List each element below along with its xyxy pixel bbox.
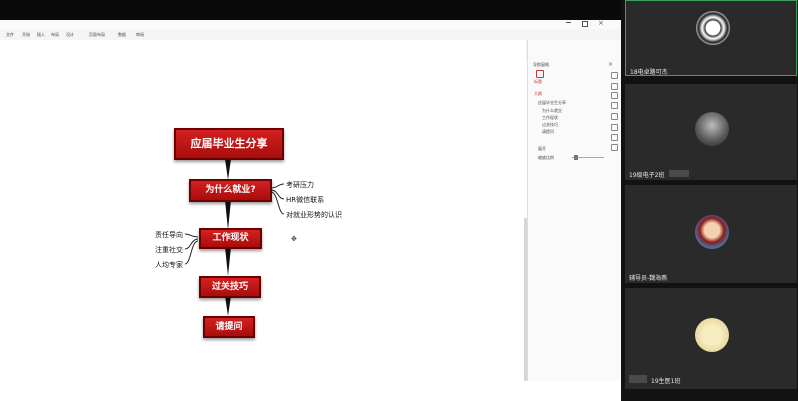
screen-top-bar <box>0 0 621 20</box>
note-expert: 人均专家 <box>155 261 183 269</box>
avatar <box>695 215 729 249</box>
connector-note-2 <box>270 189 285 200</box>
mindmap-q3-box[interactable]: 过关技巧 <box>199 276 261 298</box>
participant-name: 19级电子2班 <box>629 172 665 179</box>
menu-data[interactable]: 数据 <box>118 32 126 38</box>
maximize-icon[interactable] <box>582 21 588 27</box>
connector-spike-3 <box>225 247 231 276</box>
note-kaoyan: 考研压力 <box>286 181 314 189</box>
pane-item[interactable]: 为什么就业 <box>542 108 562 114</box>
participant-name: 19生医1班 <box>651 378 681 385</box>
pane-zoom-option[interactable]: 缩放比例 <box>538 155 554 161</box>
connector-note-5 <box>184 238 199 250</box>
zoom-slider-handle[interactable] <box>574 155 578 160</box>
side-toolbar-icon[interactable] <box>611 144 618 151</box>
pane-item[interactable]: 工作现状 <box>542 115 558 121</box>
participant-tile[interactable]: 18电卓路可杰 <box>625 0 797 76</box>
participant-name: 18电卓路可杰 <box>630 69 668 76</box>
menu-review[interactable]: 审阅 <box>136 32 144 38</box>
avatar <box>695 112 729 146</box>
side-toolbar-icon[interactable] <box>611 92 618 99</box>
mindmap-connectors <box>184 159 285 316</box>
avatar <box>695 318 729 352</box>
participant-tile[interactable]: 辅导员-魏海燕 <box>625 185 797 283</box>
pane-item[interactable]: 应届毕业生分享 <box>538 100 566 106</box>
connector-spike-1 <box>225 159 231 180</box>
pane-close-icon[interactable]: × <box>608 61 613 68</box>
connector-note-3 <box>270 191 285 215</box>
menu-design[interactable]: 设计 <box>66 32 74 38</box>
connector-spike-2 <box>225 200 231 230</box>
note-responsibility: 责任导向 <box>155 231 183 239</box>
navigation-pane: 导航窗格 × 标题 大纲 应届毕业生分享 为什么就业 工作现状 过关技巧 请提问… <box>527 40 622 381</box>
mindmap-q4-box[interactable]: 请提问 <box>203 316 255 338</box>
pane-title: 导航窗格 <box>533 62 549 67</box>
mindmap-q1-box[interactable]: 为什么就业? <box>189 179 272 202</box>
outline-icon[interactable] <box>536 70 544 78</box>
menu-file[interactable]: 文件 <box>6 32 14 38</box>
side-toolbar-icon[interactable] <box>611 124 618 131</box>
mindmap-q2-box[interactable]: 工作现状 <box>199 228 262 249</box>
note-hr-wechat: HR微信联系 <box>286 196 325 204</box>
connector-spike-4 <box>225 296 231 316</box>
menu-layout[interactable]: 布局 <box>51 32 59 38</box>
name-redaction <box>669 170 689 177</box>
side-toolbar-icon[interactable] <box>611 134 618 141</box>
minimize-icon[interactable] <box>566 22 571 23</box>
note-employment: 对就业形势的认识 <box>286 211 342 219</box>
participant-tile[interactable]: 19级电子2班 <box>625 84 797 180</box>
pane-item[interactable]: 过关技巧 <box>542 122 558 128</box>
menu-page-layout[interactable]: 页面布局 <box>89 32 105 38</box>
video-participant-panel: 18电卓路可杰 19级电子2班 辅导员-魏海燕 19生医1班 <box>621 0 798 401</box>
close-icon[interactable]: × <box>598 19 604 27</box>
participant-name: 辅导员-魏海燕 <box>629 275 668 282</box>
mindmap-title-box[interactable]: 应届毕业生分享 <box>174 128 284 160</box>
name-redaction <box>629 375 647 383</box>
participant-tile[interactable]: 19生医1班 <box>625 288 797 389</box>
side-toolbar-icon[interactable] <box>611 102 618 109</box>
menu-insert[interactable]: 插入 <box>37 32 45 38</box>
pane-section-label: 大纲 <box>534 91 542 96</box>
pane-outline-head[interactable]: 标题 <box>534 79 542 85</box>
side-toolbar-icon[interactable] <box>611 113 618 120</box>
pane-expand-option[interactable]: 展开 <box>538 146 546 152</box>
pane-item[interactable]: 请提问 <box>542 129 554 135</box>
menu-home[interactable]: 开始 <box>22 32 30 38</box>
avatar <box>696 11 730 45</box>
note-social: 注重社交 <box>155 246 183 254</box>
side-toolbar-icon[interactable] <box>611 83 618 90</box>
connector-note-1 <box>270 183 285 189</box>
connector-note-6 <box>184 240 199 265</box>
document-canvas[interactable]: 应届毕业生分享 为什么就业? 工作现状 过关技巧 请提问 考研压力 HR微信联系… <box>0 40 526 381</box>
mouse-cursor-icon: ✥ <box>291 235 297 243</box>
side-toolbar-icon[interactable] <box>611 72 618 79</box>
connector-note-4 <box>184 233 199 238</box>
